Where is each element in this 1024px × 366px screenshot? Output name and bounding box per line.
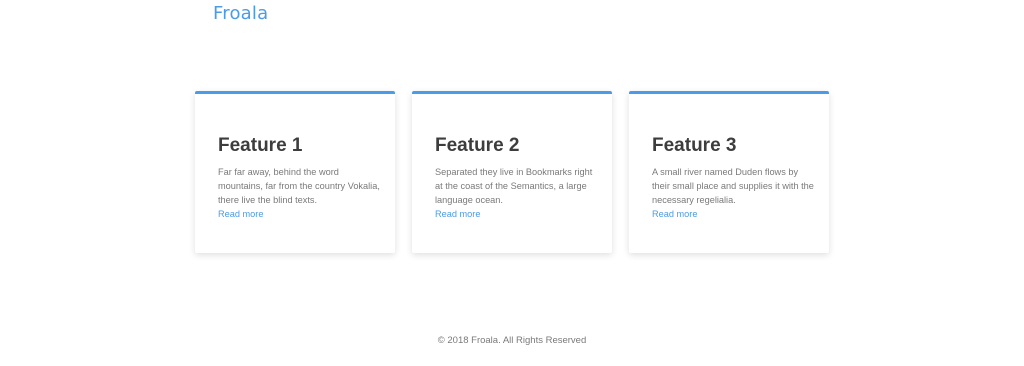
read-more-link[interactable]: Read more	[435, 207, 600, 221]
navbar: Froala	[0, 0, 1024, 30]
feature-description: A small river named Duden flows by their…	[652, 167, 814, 205]
feature-card-2: Feature 2 Separated they live in Bookmar…	[412, 91, 612, 253]
froala-logo[interactable]: Froala	[213, 3, 268, 24]
feature-title: Feature 3	[652, 135, 737, 156]
feature-description-block: Far far away, behind the word mountains,…	[218, 165, 383, 221]
features-section: Feature 1 Far far away, behind the word …	[195, 91, 830, 253]
feature-description-block: A small river named Duden flows by their…	[652, 165, 817, 221]
feature-description: Far far away, behind the word mountains,…	[218, 167, 380, 205]
feature-card-1: Feature 1 Far far away, behind the word …	[195, 91, 395, 253]
feature-card-3: Feature 3 A small river named Duden flow…	[629, 91, 829, 253]
read-more-link[interactable]: Read more	[652, 207, 817, 221]
feature-description-block: Separated they live in Bookmarks right a…	[435, 165, 600, 221]
copyright-text: © 2018 Froala. All Rights Reserved	[437, 335, 587, 346]
feature-title: Feature 2	[435, 135, 520, 156]
read-more-link[interactable]: Read more	[218, 207, 383, 221]
page: Froala Feature 1 Far far away, behind th…	[0, 0, 1024, 366]
footer: © 2018 Froala. All Rights Reserved	[0, 335, 1024, 346]
feature-description: Separated they live in Bookmarks right a…	[435, 167, 593, 205]
feature-title: Feature 1	[218, 135, 303, 156]
